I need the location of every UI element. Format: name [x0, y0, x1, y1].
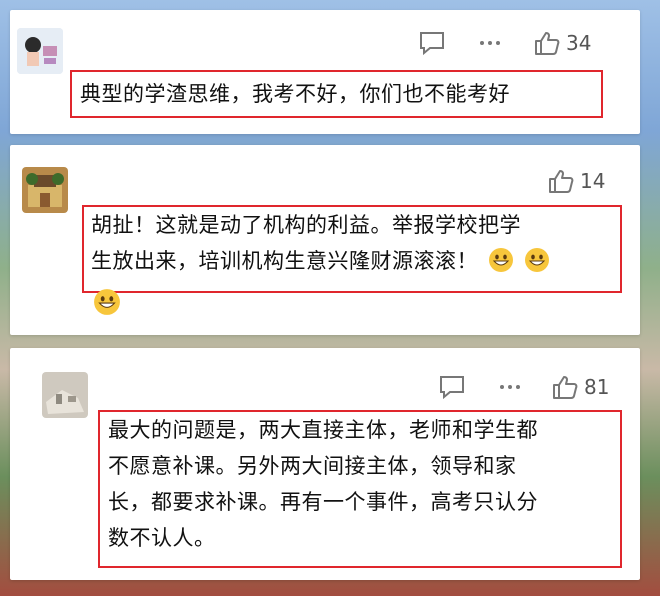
comment-card-3: 81 最大的问题是，两大直接主体，老师和学生都 不愿意补课。另外两大间接主体，领… [10, 348, 640, 580]
comment-line: 数不认人。 [108, 526, 216, 550]
comment-line-with-emojis: 生放出来，培训机构生意兴隆财源滚滚！ [91, 243, 550, 279]
like-count: 34 [566, 31, 592, 55]
abstract-avatar-icon[interactable] [42, 372, 88, 418]
comment-line: 胡扯！这就是动了机构的利益。举报学校把学 [91, 213, 521, 237]
like-button[interactable]: 34 [534, 30, 591, 56]
grinning-face-emoji [489, 248, 514, 272]
comment-text-3: 最大的问题是，两大直接主体，老师和学生都 不愿意补课。另外两大间接主体，领导和家… [108, 412, 538, 556]
comment-text-2: 胡扯！这就是动了机构的利益。举报学校把学 生放出来，培训机构生意兴隆财源滚滚！ [91, 207, 550, 279]
comment-line: 生放出来，培训机构生意兴隆财源滚滚！ [91, 249, 478, 273]
more-options-icon[interactable] [478, 38, 502, 48]
comment-1-actions: 34 [418, 30, 591, 56]
building-avatar-icon[interactable] [22, 167, 68, 213]
like-button[interactable]: 81 [552, 374, 609, 400]
grinning-face-emoji [525, 248, 550, 272]
comment-3-actions: 81 [438, 374, 609, 400]
comment-line: 长，都要求补课。再有一个事件，高考只认分 [108, 490, 538, 514]
like-count: 14 [580, 169, 606, 193]
reply-icon[interactable] [418, 30, 446, 56]
comment-line: 最大的问题是，两大直接主体，老师和学生都 [108, 418, 538, 442]
woman-avatar-icon[interactable] [17, 28, 63, 74]
grinning-face-emoji [94, 289, 120, 315]
comment-line: 不愿意补课。另外两大间接主体，领导和家 [108, 454, 517, 478]
reply-icon[interactable] [438, 374, 466, 400]
comment-text-1: 典型的学渣思维，我考不好，你们也不能考好 [80, 82, 510, 106]
thumbs-up-icon [535, 32, 560, 55]
thumbs-up-icon [549, 170, 574, 193]
comment-2-actions: 14 [548, 168, 605, 194]
comment-card-2: 14 胡扯！这就是动了机构的利益。举报学校把学 生放出来，培训机构生意兴隆财源滚… [10, 145, 640, 335]
more-options-icon[interactable] [498, 382, 522, 392]
like-count: 81 [584, 375, 610, 399]
like-button[interactable]: 14 [548, 168, 605, 194]
comment-card-1: 34 典型的学渣思维，我考不好，你们也不能考好 [10, 10, 640, 134]
thumbs-up-icon [553, 376, 578, 399]
